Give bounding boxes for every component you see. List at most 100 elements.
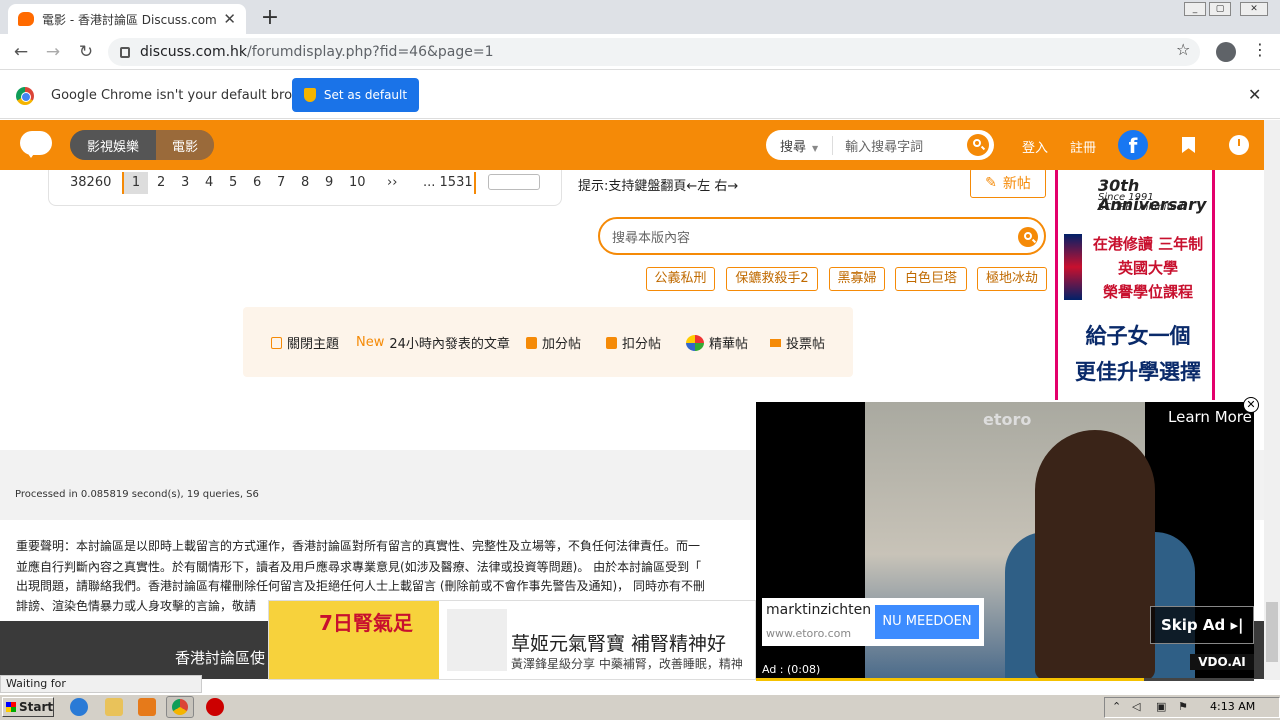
chrome-icon	[172, 699, 188, 715]
etoro-logo: etoro	[983, 410, 1032, 429]
url-path: /forumdisplay.php?fid=46&page=1	[247, 44, 494, 60]
search-icon[interactable]	[1018, 227, 1038, 247]
ad-brand-name: SCOPE Unlimited	[1098, 202, 1183, 213]
facebook-icon[interactable]: f	[1118, 130, 1148, 160]
filter-new-label: 24小時內發表的文章	[389, 337, 510, 352]
site-logo-icon[interactable]	[20, 131, 52, 158]
forum-search-input[interactable]: 搜尋本版內容	[598, 217, 1046, 255]
maximize-button[interactable]: ▢	[1209, 2, 1231, 16]
keyboard-hint: 提示:支持鍵盤翻頁←左 右→	[578, 179, 739, 194]
ad-subtext: 黃澤鋒星級分享 中藥補腎，改善睡眠，精神	[511, 657, 743, 671]
filter-new-24h[interactable]: New 24小時內發表的文章	[356, 333, 510, 352]
page-link[interactable]: 8	[301, 175, 309, 190]
back-arrow-icon[interactable]: ←	[10, 42, 32, 62]
tab-close-icon[interactable]: ✕	[223, 10, 236, 28]
page-link[interactable]: 3	[181, 175, 189, 190]
tag-link[interactable]: 公義私刑	[646, 267, 715, 291]
page-link[interactable]: 6	[253, 175, 261, 190]
network-icon[interactable]: ▣	[1156, 700, 1166, 713]
page-link[interactable]: 5	[229, 175, 237, 190]
forward-arrow-icon[interactable]: →	[42, 42, 64, 62]
ad-timer: Ad : (0:08)	[762, 663, 821, 676]
address-bar[interactable]: discuss.com.hk/forumdisplay.php?fid=46&p…	[108, 38, 1200, 66]
tag-link[interactable]: 黑寡婦	[829, 267, 885, 291]
video-progress-fill	[756, 678, 1145, 681]
scrollbar-thumb[interactable]	[1266, 602, 1278, 662]
filter-minus[interactable]: 扣分帖	[606, 333, 661, 352]
ad-line: 在港修讀 三年制	[1092, 235, 1204, 253]
ad-line: 更佳升學選擇	[1075, 360, 1201, 384]
disclaimer-line: 並應自行判斷內容之真實性。於有關情形下，讀者及用戶應尋求專業意見(如涉及醫療、法…	[16, 560, 702, 574]
minimize-button[interactable]: _	[1184, 2, 1206, 16]
search-scope-select[interactable]: 搜尋 ▼	[766, 135, 834, 155]
subcategory-link[interactable]: 電影	[156, 130, 214, 160]
reload-icon[interactable]: ↻	[75, 42, 97, 62]
filter-closed[interactable]: 關閉主題	[271, 333, 339, 352]
category-link[interactable]: 影視娛樂	[70, 130, 156, 160]
close-window-button[interactable]: ✕	[1240, 2, 1268, 16]
learn-more-link[interactable]: Learn More	[1168, 408, 1252, 426]
menu-kebab-icon[interactable]: ⋮	[1252, 40, 1268, 59]
bookmark-star-icon[interactable]: ☆	[1176, 40, 1190, 59]
page-link[interactable]: 4	[205, 175, 213, 190]
next-page-link[interactable]: ››	[387, 175, 397, 190]
site-search: 搜尋 ▼ 輸入搜尋字詞	[766, 130, 994, 160]
banner-advertisement[interactable]: 7日腎氣足 草姬元氣腎寶 補腎精神好 黃澤鋒星級分享 中藥補腎，改善睡眠，精神	[268, 600, 756, 680]
login-link[interactable]: 登入	[1022, 137, 1048, 156]
new-tab-button[interactable]: +	[258, 5, 282, 30]
disclaimer-line: 重要聲明：本討論區是以即時上載留言的方式運作，香港討論區對所有留言的真實性、完整…	[16, 539, 701, 553]
volume-icon[interactable]: ◁	[1132, 700, 1140, 713]
category-breadcrumb: 影視娛樂 電影	[70, 130, 214, 160]
tray-arrow-icon[interactable]: ⌃	[1112, 700, 1121, 713]
vdo-ai-logo: VDO.AI	[1190, 654, 1254, 670]
filter-digest[interactable]: 精華帖	[686, 333, 748, 352]
flag-icon[interactable]: ⚑	[1178, 700, 1188, 713]
set-as-default-button[interactable]: Set as default	[292, 78, 419, 112]
filter-minus-label: 扣分帖	[622, 337, 662, 352]
search-icon[interactable]	[967, 134, 989, 156]
advertiser-name: marktinzichten	[766, 602, 872, 618]
site-search-input[interactable]: 輸入搜尋字詞	[833, 136, 967, 155]
page-scrollbar[interactable]	[1264, 120, 1280, 680]
poll-icon	[770, 338, 781, 347]
page-link[interactable]: 2	[157, 175, 165, 190]
chevron-down-icon: ▼	[812, 143, 819, 153]
advertiser-url: www.etoro.com	[766, 627, 852, 640]
ad-headline: 草姬元氣腎寶 補腎精神好	[511, 633, 727, 655]
footer-link[interactable]: 香港討論區使	[175, 647, 265, 668]
infobar-message: Google Chrome isn't your default browser	[51, 88, 323, 103]
start-button[interactable]: Start	[2, 697, 54, 717]
product-image	[447, 609, 507, 671]
tag-link[interactable]: 白色巨塔	[895, 267, 967, 291]
page-current: 1	[124, 172, 148, 194]
default-browser-infobar: Google Chrome isn't your default browser…	[0, 71, 1280, 119]
infobar-close-icon[interactable]: ✕	[1248, 85, 1261, 104]
media-player-icon[interactable]	[138, 698, 156, 716]
browser-tab[interactable]: 電影 - 香港討論區 Discuss.com.hk - ✕	[8, 4, 246, 34]
ad-cta-card: marktinzichten www.etoro.com NU MEEDOEN	[762, 598, 984, 646]
history-clock-icon[interactable]	[1229, 135, 1249, 155]
ie-icon[interactable]	[70, 698, 88, 716]
chrome-logo-icon	[16, 87, 34, 105]
page-link[interactable]: 7	[277, 175, 285, 190]
last-page-link[interactable]: ... 1531	[423, 175, 473, 190]
skip-ad-button[interactable]: Skip Ad ▸|	[1150, 606, 1254, 644]
tag-link[interactable]: 保鑣救殺手2	[726, 267, 818, 291]
tag-link[interactable]: 極地冰劫	[977, 267, 1047, 291]
account-avatar-icon[interactable]	[1216, 42, 1236, 62]
page-link[interactable]: 10	[349, 175, 366, 190]
new-post-label: 新帖	[1002, 176, 1031, 192]
folder-icon[interactable]	[105, 698, 123, 716]
page-link[interactable]: 9	[325, 175, 333, 190]
side-advertisement[interactable]: 30th Anniversary Since 1991 SCOPE Unlimi…	[1055, 170, 1215, 400]
pencil-icon: ✎	[985, 175, 997, 191]
filter-poll[interactable]: 投票帖	[770, 333, 825, 352]
video-close-icon[interactable]: ✕	[1243, 397, 1259, 413]
new-post-button[interactable]: ✎ 新帖	[970, 168, 1046, 198]
cta-button[interactable]: NU MEEDOEN	[875, 605, 979, 639]
filter-plus[interactable]: 加分帖	[526, 333, 581, 352]
url-host: discuss.com.hk	[140, 44, 248, 60]
register-link[interactable]: 註冊	[1070, 137, 1096, 156]
page-jump-input[interactable]	[488, 174, 540, 190]
stop-icon[interactable]	[206, 698, 224, 716]
